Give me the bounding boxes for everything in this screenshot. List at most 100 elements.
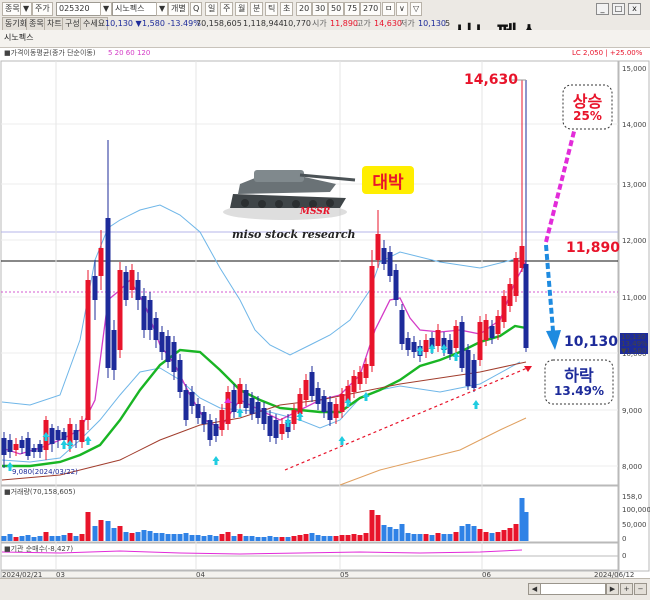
candle-body	[255, 402, 261, 418]
volume-bar	[79, 534, 85, 541]
candle-body	[357, 372, 363, 384]
volume-bar	[471, 526, 477, 541]
candle-body	[489, 326, 495, 338]
volume-bar	[201, 536, 207, 541]
candle-body	[363, 364, 369, 378]
volume-bar	[147, 531, 153, 541]
volume-bar	[25, 535, 31, 541]
candle-body	[13, 444, 19, 450]
volume-bar	[55, 536, 61, 541]
candle-body	[471, 360, 477, 388]
volume-bar	[67, 533, 73, 541]
volume-bar	[351, 534, 357, 541]
price-axis-tick: 9,000	[622, 407, 642, 415]
buy-signal-stem	[214, 461, 218, 465]
candle-body	[291, 410, 297, 424]
candle-body	[523, 264, 529, 348]
volume-bar	[141, 530, 147, 541]
candle-body	[55, 430, 61, 440]
candle-body	[351, 376, 357, 392]
volume-bar	[123, 532, 129, 541]
candle-body	[399, 310, 405, 344]
volume-bar	[399, 524, 405, 541]
price-chart[interactable]: 15,00014,00013,00012,00011,00010,0009,00…	[0, 0, 650, 600]
candle-body	[423, 340, 429, 352]
candle-body	[123, 272, 129, 300]
buy-signal-stem	[68, 445, 72, 449]
candle-body	[237, 384, 243, 404]
candle-body	[92, 276, 98, 300]
candle-body	[201, 412, 207, 424]
buy-signal-stem	[474, 405, 478, 409]
volume-bar	[495, 532, 501, 541]
volume-bar	[111, 528, 117, 541]
volume-bar	[441, 534, 447, 541]
candle-body	[267, 416, 273, 436]
candle-body	[405, 338, 411, 350]
volume-bar	[321, 536, 327, 541]
logo-caption: miso stock research	[232, 228, 356, 241]
volume-bar	[92, 526, 98, 541]
low-price-label: 10,130	[564, 334, 619, 350]
candle-body	[141, 296, 147, 330]
candle-body	[153, 318, 159, 340]
price-axis-tick: 13,000	[622, 181, 647, 189]
buy-signal-stem	[430, 349, 434, 353]
horizontal-scrollbar[interactable]	[540, 583, 606, 595]
logo-mark: MSSR	[300, 207, 331, 217]
candle-body	[85, 280, 91, 420]
candle-body	[435, 330, 441, 346]
volume-bar	[61, 535, 67, 541]
candle-body	[73, 430, 79, 440]
buy-signal-stem	[298, 417, 302, 421]
volume-bar	[19, 536, 25, 541]
candle-body	[31, 448, 37, 452]
volume-bar	[1, 536, 7, 541]
volume-legend: ■거래량(70,158,605)	[4, 488, 76, 496]
candle-body	[1, 438, 7, 455]
volume-bar	[171, 534, 177, 541]
candle-body	[447, 340, 453, 354]
candle-body	[495, 316, 501, 334]
volume-bar	[183, 533, 189, 541]
candle-body	[25, 438, 31, 456]
volume-bar	[285, 537, 291, 541]
price-axis-tick: 12,000	[622, 237, 647, 245]
zoom-in-icon[interactable]: +	[620, 583, 633, 595]
buy-signal-stem	[238, 413, 242, 417]
volume-bar	[357, 535, 363, 541]
candle-body	[315, 388, 321, 404]
volume-bar	[135, 532, 141, 541]
candle-body	[19, 440, 25, 448]
volume-bar	[31, 537, 37, 541]
candle-body	[61, 432, 67, 440]
volume-axis-tick: 158,0	[622, 493, 642, 501]
zoom-out-icon[interactable]: −	[634, 583, 647, 595]
candle-body	[98, 248, 104, 276]
scroll-right-icon[interactable]: ▶	[606, 583, 619, 595]
candle-body	[159, 332, 165, 352]
volume-bar	[393, 529, 399, 541]
buy-signal-stem	[418, 351, 422, 355]
candle-body	[177, 360, 183, 392]
candle-body	[273, 420, 279, 438]
volume-bar	[477, 529, 483, 541]
candle-body	[111, 330, 117, 370]
volume-bar	[261, 537, 267, 541]
candle-body	[105, 218, 111, 368]
volume-bar	[49, 536, 55, 541]
buy-signal-stem	[44, 437, 48, 441]
candle-body	[79, 420, 85, 442]
candle-body	[453, 326, 459, 348]
candle-body	[231, 390, 237, 412]
volume-bar	[129, 533, 135, 541]
volume-bar	[255, 537, 261, 541]
buy-signal-stem	[62, 445, 66, 449]
candle-body	[477, 322, 483, 360]
price-axis-tick: 15,000	[622, 65, 647, 73]
up-percent: 25%	[573, 109, 602, 123]
candle-body	[165, 336, 171, 362]
volume-bar	[513, 524, 519, 541]
candle-body	[195, 404, 201, 418]
candle-body	[459, 322, 465, 368]
